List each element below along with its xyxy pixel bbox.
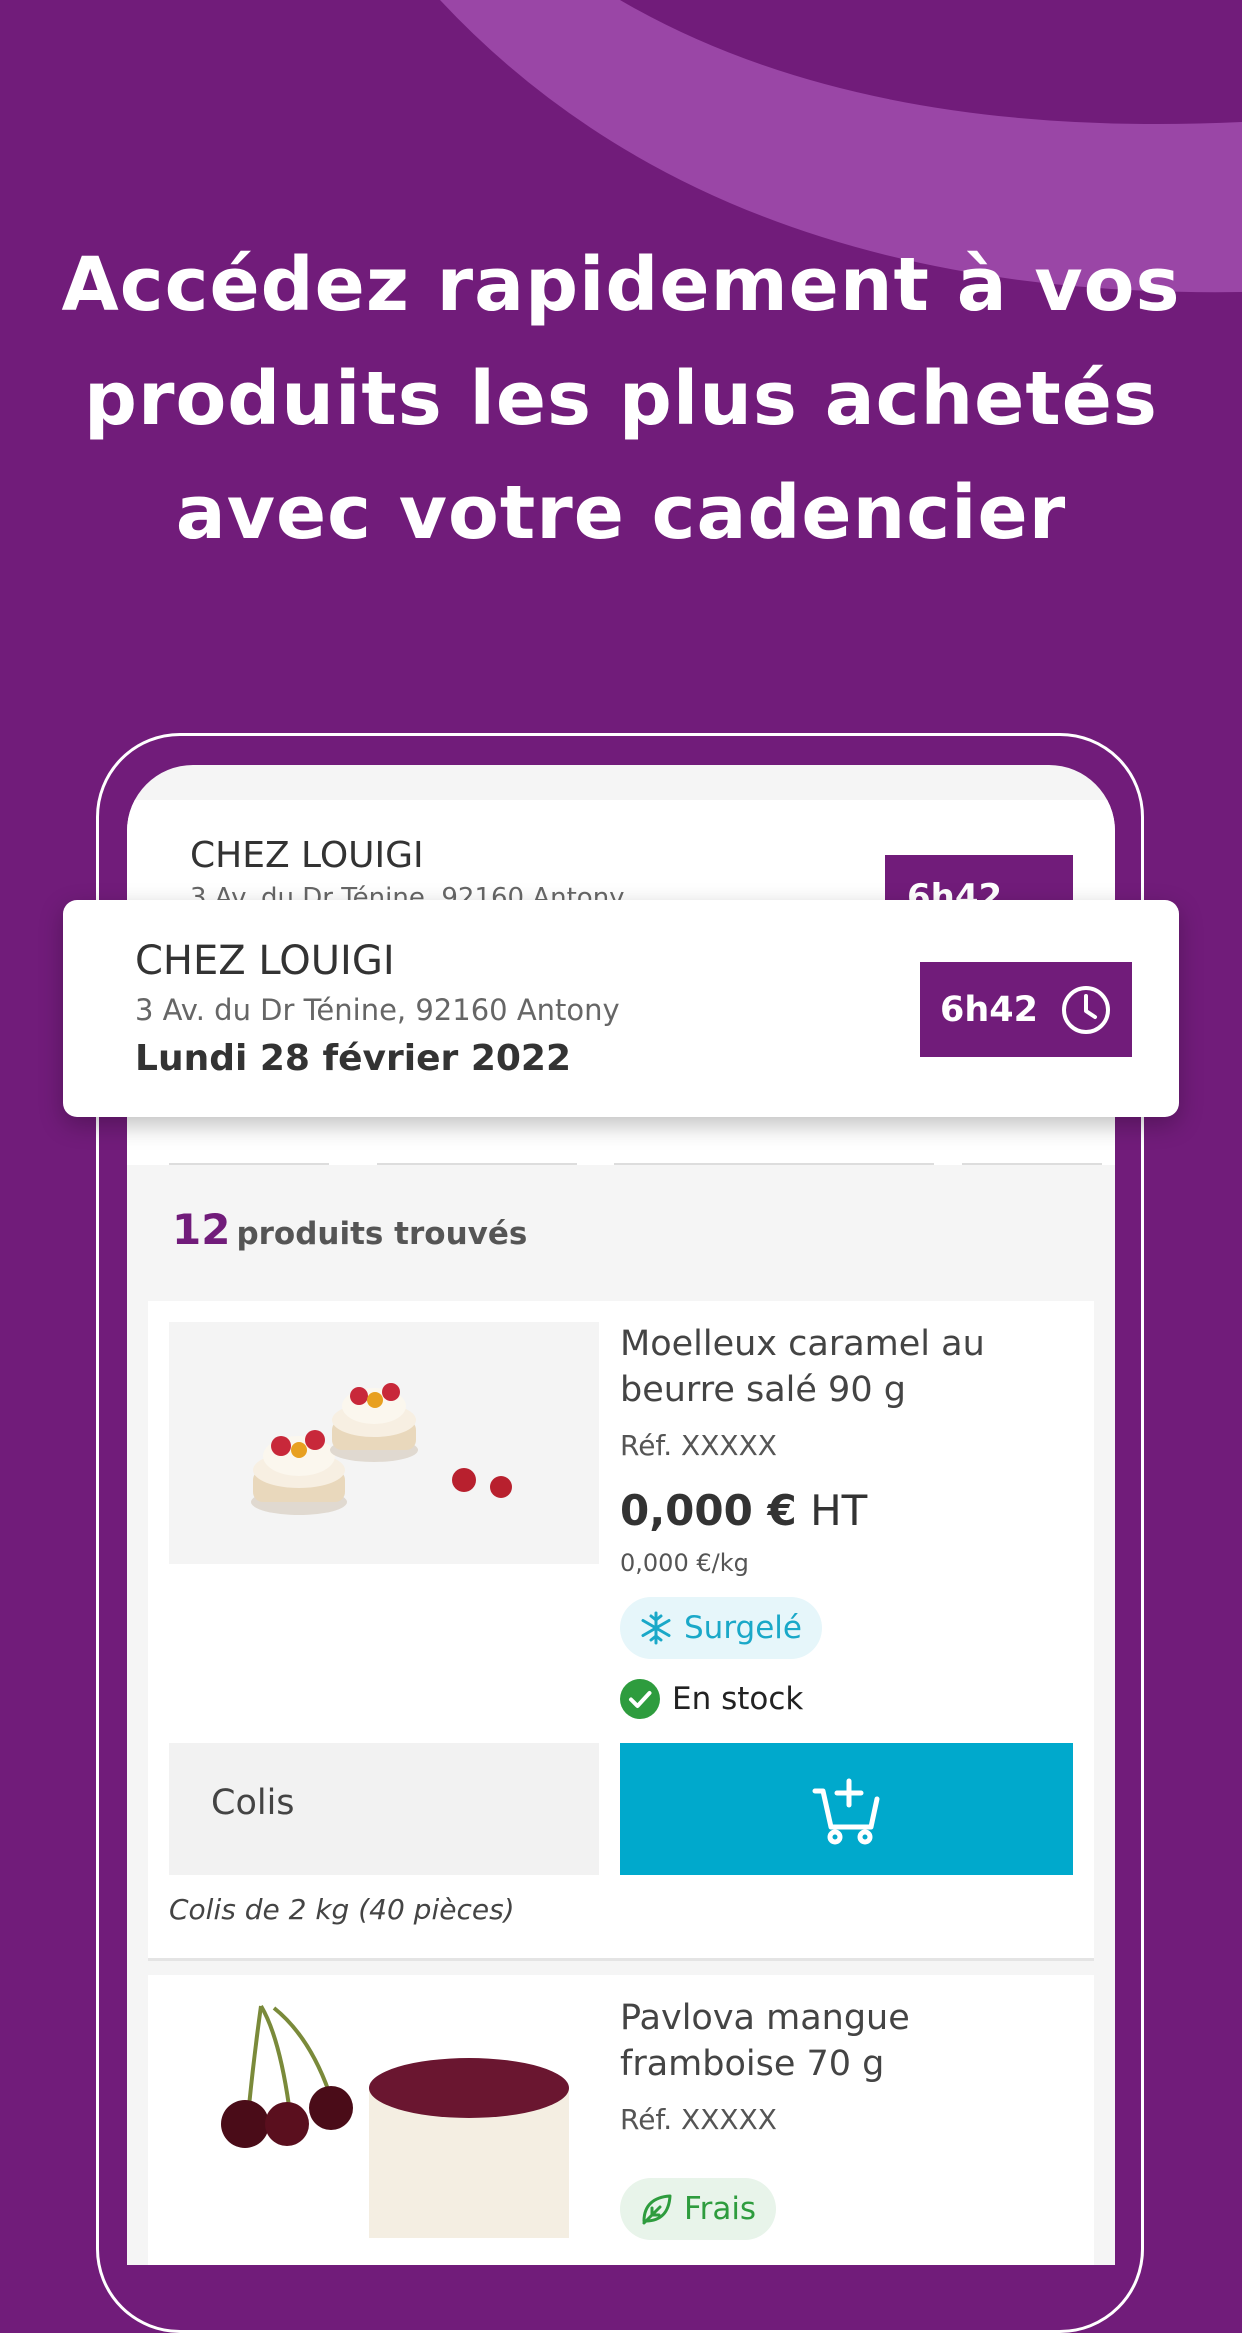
results-count-label: produits trouvés <box>236 1216 528 1252</box>
tab-indicator <box>614 1163 934 1165</box>
delivery-date: Lundi 28 février 2022 <box>135 1038 572 1079</box>
product-ref: Réf. XXXXX <box>620 1429 777 1462</box>
stock-status: En stock <box>620 1679 803 1719</box>
frozen-badge-label: Surgelé <box>684 1610 802 1646</box>
clock-icon <box>1061 985 1110 1034</box>
headline-line-3: avec votre cadencier <box>175 470 1067 556</box>
fresh-badge-label: Frais <box>684 2191 757 2227</box>
tab-indicator <box>377 1163 577 1165</box>
product-image-cheesecake[interactable] <box>169 1996 599 2238</box>
tab-indicator <box>962 1163 1102 1165</box>
header-store-name: CHEZ LOUIGI <box>190 835 424 876</box>
add-to-cart-icon <box>812 1778 879 1845</box>
product-price-suffix: HT <box>810 1486 868 1535</box>
headline-line-2: produits les plus achetés <box>84 356 1158 442</box>
category-tabs <box>127 1115 1115 1165</box>
results-count-number: 12 <box>172 1205 231 1254</box>
product-image-pavlova[interactable] <box>169 1322 599 1564</box>
store-name: CHEZ LOUIGI <box>135 938 395 984</box>
store-delivery-card[interactable]: CHEZ LOUIGI 3 Av. du Dr Ténine, 92160 An… <box>63 900 1179 1117</box>
product-card[interactable]: Pavlova mangue framboise 70 g Réf. XXXXX… <box>148 1975 1094 2265</box>
unit-selector-label: Colis <box>211 1783 295 1823</box>
promo-headline: Accédez rapidement à vos produits les pl… <box>0 228 1242 570</box>
unit-description: Colis de 2 kg (40 pièces) <box>169 1893 515 1926</box>
leaf-icon <box>642 2194 672 2225</box>
delivery-time-button[interactable]: 6h42 <box>920 962 1132 1057</box>
snowflake-icon <box>641 1611 671 1645</box>
product-price: 0,000 € HT <box>620 1486 867 1535</box>
add-to-cart-button[interactable] <box>620 1743 1073 1875</box>
product-card[interactable]: Moelleux caramel au beurre salé 90 g Réf… <box>148 1301 1094 1961</box>
product-title[interactable]: Pavlova mangue framboise 70 g <box>620 1995 1080 2087</box>
unit-selector[interactable]: Colis <box>169 1743 599 1875</box>
tab-indicator <box>169 1163 329 1165</box>
product-unit-price: 0,000 €/kg <box>620 1549 749 1577</box>
stock-label: En stock <box>672 1681 804 1717</box>
store-address: 3 Av. du Dr Ténine, 92160 Antony <box>135 993 620 1027</box>
results-count: 12 produits trouvés <box>172 1205 527 1254</box>
product-ref: Réf. XXXXX <box>620 2103 777 2136</box>
check-circle-icon <box>620 1679 660 1719</box>
delivery-time-label: 6h42 <box>940 989 1038 1030</box>
product-price-value: 0,000 € <box>620 1486 797 1535</box>
frozen-badge: Surgelé <box>620 1597 822 1659</box>
fresh-badge: Frais <box>620 2178 777 2240</box>
headline-line-1: Accédez rapidement à vos <box>61 242 1181 328</box>
product-title[interactable]: Moelleux caramel au beurre salé 90 g <box>620 1321 1080 1413</box>
